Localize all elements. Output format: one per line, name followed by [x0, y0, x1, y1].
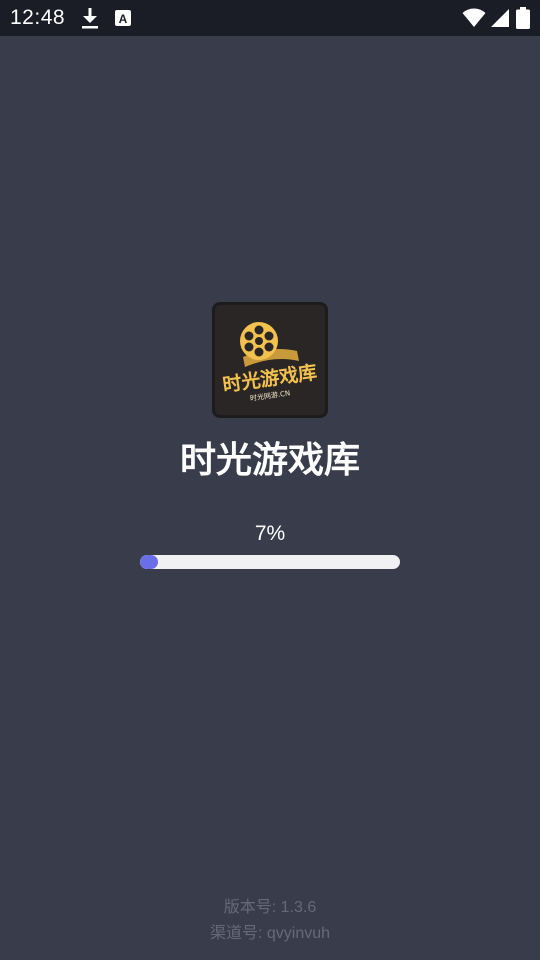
download-icon — [82, 8, 98, 29]
channel-label: 渠道号: qvyinvuh — [209, 925, 331, 942]
a-notification-icon: A — [115, 10, 131, 26]
film-reel-icon — [240, 322, 278, 360]
progress-percentage: 7% — [254, 522, 286, 545]
progress-bar-fill — [140, 555, 159, 569]
version-label: 版本号: 1.3.6 — [223, 899, 317, 916]
splash-screen: 12:48 A 时光游戏库 时光网游.CN 时光游戏库 7% 版本号: 1.3.… — [0, 0, 540, 960]
signal-icon — [491, 9, 509, 27]
app-logo: 时光游戏库 时光网游.CN — [212, 302, 328, 418]
svg-text:A: A — [119, 12, 128, 26]
app-title: 时光游戏库 — [179, 439, 360, 480]
wifi-icon — [462, 8, 486, 27]
status-time: 12:48 — [10, 6, 66, 29]
battery-icon — [516, 7, 530, 29]
status-bar: 12:48 A — [0, 0, 540, 36]
progress-bar — [140, 555, 400, 569]
